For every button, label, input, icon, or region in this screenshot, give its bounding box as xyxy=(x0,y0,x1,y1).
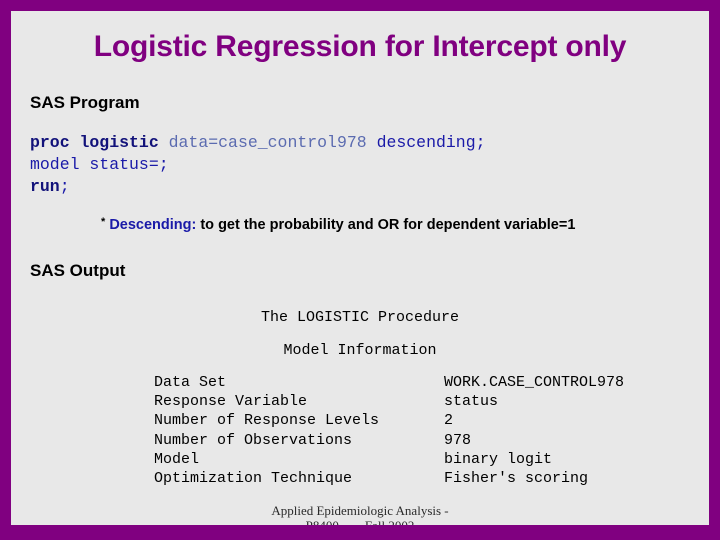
table-cell-label: Response Variable xyxy=(154,393,308,411)
sas-program-code: proc logistic data=case_control978 desce… xyxy=(30,132,486,198)
table-cell-value: WORK.CASE_CONTROL978 xyxy=(444,374,625,391)
code-statement-model: model status=; xyxy=(30,155,169,174)
code-keyword-proc: proc logistic xyxy=(30,133,159,152)
table-cell-value: 978 xyxy=(444,431,472,449)
slide-border-bottom xyxy=(0,525,720,540)
table-cell-label: Optimization Technique xyxy=(154,470,353,488)
table-row: Number of Observations 978 xyxy=(154,431,624,450)
sas-output-heading: SAS Output xyxy=(30,261,126,280)
asterisk-icon: * xyxy=(101,216,106,228)
table-row: Data Set WORK.CASE_CONTROL978 xyxy=(154,373,624,392)
footer-line-2: P8400 Fall 2002 xyxy=(306,518,415,525)
model-information-table-body: Data Set WORK.CASE_CONTROL978 Response V… xyxy=(154,373,624,488)
slide-canvas: Logistic Regression for Intercept only S… xyxy=(11,11,709,525)
table-row: Number of Response Levels 2 xyxy=(154,411,624,430)
page-title: Logistic Regression for Intercept only xyxy=(93,30,627,63)
footer-line-1: Applied Epidemiologic Analysis - xyxy=(271,503,449,518)
model-information-table: Data Set WORK.CASE_CONTROL978 Response V… xyxy=(154,373,624,488)
table-cell-label: Model xyxy=(154,450,200,468)
code-semicolon-run: ; xyxy=(59,177,70,196)
table-row: Response Variable status xyxy=(154,392,624,411)
table-cell-label: Number of Observations xyxy=(154,431,353,449)
code-option-data: data=case_control978 xyxy=(158,133,367,152)
table-row: Model binary logit xyxy=(154,450,624,469)
sas-program-heading: SAS Program xyxy=(30,93,140,112)
table-cell-value: status xyxy=(444,393,499,411)
table-cell-label: Number of Response Levels xyxy=(154,412,380,430)
slide: Logistic Regression for Intercept only S… xyxy=(0,0,720,540)
slide-border-top xyxy=(0,0,720,11)
code-option-descending: descending; xyxy=(366,133,486,152)
code-keyword-run: run xyxy=(30,177,60,196)
slide-border-left xyxy=(0,0,11,540)
table-cell-value: binary logit xyxy=(444,450,553,468)
table-cell-value: 2 xyxy=(444,412,454,430)
descending-note: * Descending: to get the probability and… xyxy=(101,216,575,233)
table-cell-label: Data Set xyxy=(154,374,227,391)
table-cell-value: Fisher's scoring xyxy=(444,470,589,488)
logistic-procedure-line: The LOGISTIC Procedure xyxy=(260,309,460,326)
slide-footer: Applied Epidemiologic Analysis - P8400 F… xyxy=(11,503,709,525)
descending-note-text: to get the probability and OR for depend… xyxy=(196,217,576,233)
slide-border-right xyxy=(709,0,720,540)
descending-note-highlight: Descending: xyxy=(109,217,197,233)
model-information-title: Model Information xyxy=(283,342,437,359)
table-row: Optimization Technique Fisher's scoring xyxy=(154,469,624,488)
